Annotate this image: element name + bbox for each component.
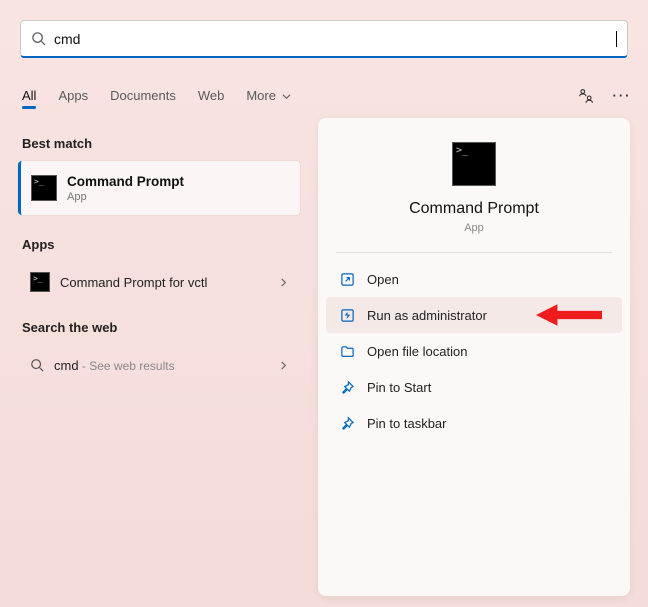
open-icon [340, 272, 355, 287]
tab-apps[interactable]: Apps [58, 88, 88, 103]
command-prompt-icon [452, 142, 496, 186]
detail-subtitle: App [318, 222, 630, 234]
app-result-cmd-vctl[interactable]: Command Prompt for vctl [18, 262, 300, 302]
action-open-file-location[interactable]: Open file location [326, 333, 622, 369]
tab-more-label: More [246, 88, 276, 103]
search-input-text: cmd [54, 31, 616, 47]
tab-documents[interactable]: Documents [110, 88, 176, 103]
detail-panel: Command Prompt App Open Run as administr… [318, 118, 630, 596]
web-result-term: cmd [54, 358, 79, 373]
text-cursor [616, 31, 617, 47]
divider [336, 252, 612, 253]
action-open-label: Open [367, 272, 399, 287]
command-prompt-icon [30, 272, 50, 292]
chevron-right-icon [279, 361, 288, 370]
search-icon [31, 31, 46, 46]
chevron-down-icon [282, 92, 291, 101]
filter-tabs: All Apps Documents Web More ··· [22, 78, 630, 112]
web-result-suffix: - See web results [79, 359, 175, 373]
tab-more[interactable]: More [246, 88, 290, 103]
pin-icon [340, 416, 355, 431]
action-pin-to-start[interactable]: Pin to Start [326, 369, 622, 405]
pin-icon [340, 380, 355, 395]
run-admin-icon [340, 308, 355, 323]
best-match-subtitle: App [67, 191, 184, 203]
search-icon [30, 358, 44, 372]
action-pin-taskbar-label: Pin to taskbar [367, 416, 447, 431]
more-options-icon[interactable]: ··· [614, 87, 630, 103]
folder-icon [340, 344, 355, 359]
section-search-web: Search the web [18, 314, 308, 345]
chevron-right-icon [279, 278, 288, 287]
app-result-label: Command Prompt for vctl [60, 275, 207, 290]
action-open[interactable]: Open [326, 261, 622, 297]
tab-web[interactable]: Web [198, 88, 225, 103]
section-apps: Apps [18, 231, 308, 262]
command-prompt-icon [31, 175, 57, 201]
annotation-arrow [536, 300, 602, 330]
section-best-match: Best match [18, 130, 308, 161]
action-open-loc-label: Open file location [367, 344, 467, 359]
org-search-icon[interactable] [578, 87, 594, 103]
results-column: Best match Command Prompt App Apps Comma… [18, 130, 308, 385]
best-match-title: Command Prompt [67, 174, 184, 189]
action-run-as-administrator[interactable]: Run as administrator [326, 297, 622, 333]
web-result-cmd[interactable]: cmd - See web results [18, 345, 300, 385]
search-box[interactable]: cmd [20, 20, 628, 58]
action-pin-to-taskbar[interactable]: Pin to taskbar [326, 405, 622, 441]
detail-title: Command Prompt [318, 200, 630, 218]
action-run-admin-label: Run as administrator [367, 308, 487, 323]
tab-all[interactable]: All [22, 88, 36, 103]
best-match-result[interactable]: Command Prompt App [18, 161, 300, 215]
action-pin-start-label: Pin to Start [367, 380, 431, 395]
